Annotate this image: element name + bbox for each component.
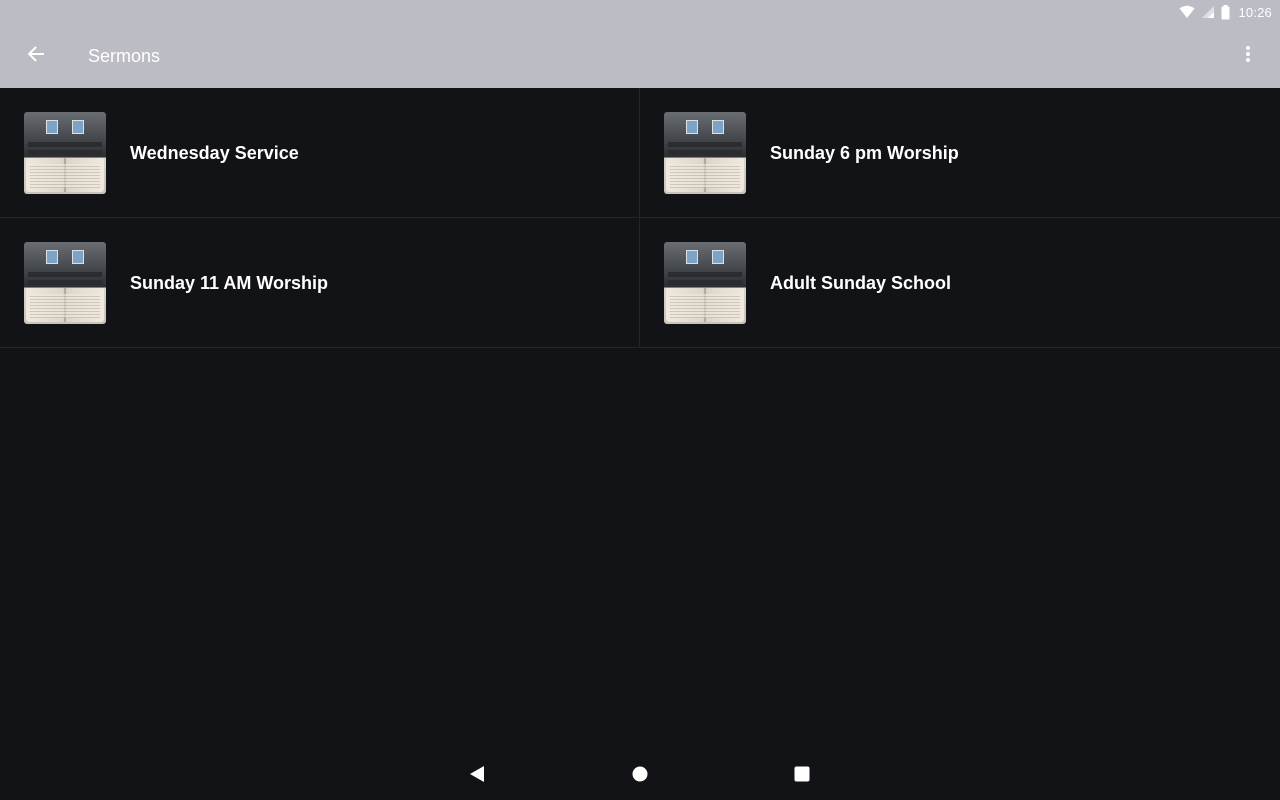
sermon-item-label: Sunday 6 pm Worship	[770, 142, 959, 163]
nav-home-icon	[632, 766, 648, 787]
overflow-menu-button[interactable]	[1228, 36, 1268, 76]
nav-recents-icon	[794, 766, 810, 787]
nav-back-icon	[469, 765, 485, 788]
sermon-item-sunday-6pm-worship[interactable]: Sunday 6 pm Worship	[640, 88, 1280, 218]
sermon-thumbnail	[24, 112, 106, 194]
sermon-thumbnail	[664, 112, 746, 194]
sermon-grid: Wednesday Service Sunday 6 pm Worship Su…	[0, 88, 1280, 348]
sermon-item-label: Sunday 11 AM Worship	[130, 272, 329, 293]
system-nav-bar	[0, 752, 1280, 800]
app-bar: Sermons	[0, 24, 1280, 88]
sermon-thumbnail	[664, 242, 746, 324]
back-button[interactable]	[0, 24, 72, 88]
sermon-item-label: Wednesday Service	[130, 142, 299, 163]
more-vert-icon	[1246, 45, 1250, 67]
arrow-back-icon	[27, 45, 45, 68]
page-title: Sermons	[88, 45, 161, 66]
sermon-item-wednesday-service[interactable]: Wednesday Service	[0, 88, 640, 218]
nav-recents-button[interactable]	[778, 752, 826, 800]
nav-back-button[interactable]	[453, 752, 501, 800]
sermon-thumbnail	[24, 242, 106, 324]
sermon-item-label: Adult Sunday School	[770, 272, 952, 293]
sermon-item-adult-sunday-school[interactable]: Adult Sunday School	[640, 218, 1280, 348]
sermon-item-sunday-11am-worship[interactable]: Sunday 11 AM Worship	[0, 218, 640, 348]
battery-icon	[1221, 4, 1230, 20]
wifi-icon	[1179, 4, 1195, 20]
status-time: 10:26	[1238, 4, 1272, 20]
status-bar: 10:26	[0, 0, 1280, 24]
cell-signal-icon	[1201, 4, 1215, 20]
nav-home-button[interactable]	[616, 752, 664, 800]
